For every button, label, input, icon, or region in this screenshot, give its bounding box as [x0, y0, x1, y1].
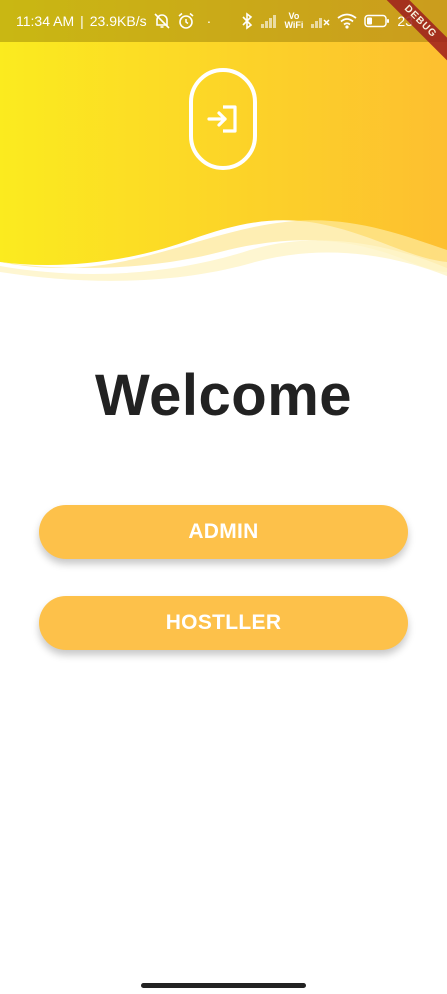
hostller-button-label: HOSTLLER [165, 611, 282, 634]
status-separator: | [80, 13, 84, 29]
signal-icon [260, 14, 278, 28]
hostller-button[interactable]: HOSTLLER [39, 596, 408, 650]
wifi-icon [337, 13, 357, 29]
status-dot: · [206, 13, 212, 29]
vowifi-bottom-text: WiFi [284, 20, 304, 30]
notifications-off-icon [153, 12, 171, 30]
login-icon [207, 105, 237, 133]
bluetooth-icon [241, 12, 253, 30]
status-bar: 11:34 AM | 23.9KB/s · Vo WiFi 23 [0, 0, 447, 42]
battery-percent: 23 [397, 13, 413, 29]
alarm-icon [177, 12, 195, 30]
signal-no-service-icon [310, 14, 330, 28]
status-right: Vo WiFi 23 [241, 12, 413, 30]
admin-button-label: ADMIN [188, 520, 259, 543]
admin-button[interactable]: ADMIN [39, 505, 408, 559]
status-left: 11:34 AM | 23.9KB/s · [16, 12, 211, 30]
home-indicator[interactable] [141, 983, 306, 988]
app-logo [189, 68, 257, 170]
status-time: 11:34 AM [16, 13, 75, 29]
vowifi-indicator: Vo WiFi [285, 12, 304, 30]
welcome-title: Welcome [94, 363, 353, 428]
status-network-speed: 23.9KB/s [89, 13, 147, 29]
battery-icon [364, 14, 390, 28]
app-screen: 11:34 AM | 23.9KB/s · Vo WiFi 23 DEBUG W… [0, 0, 447, 994]
